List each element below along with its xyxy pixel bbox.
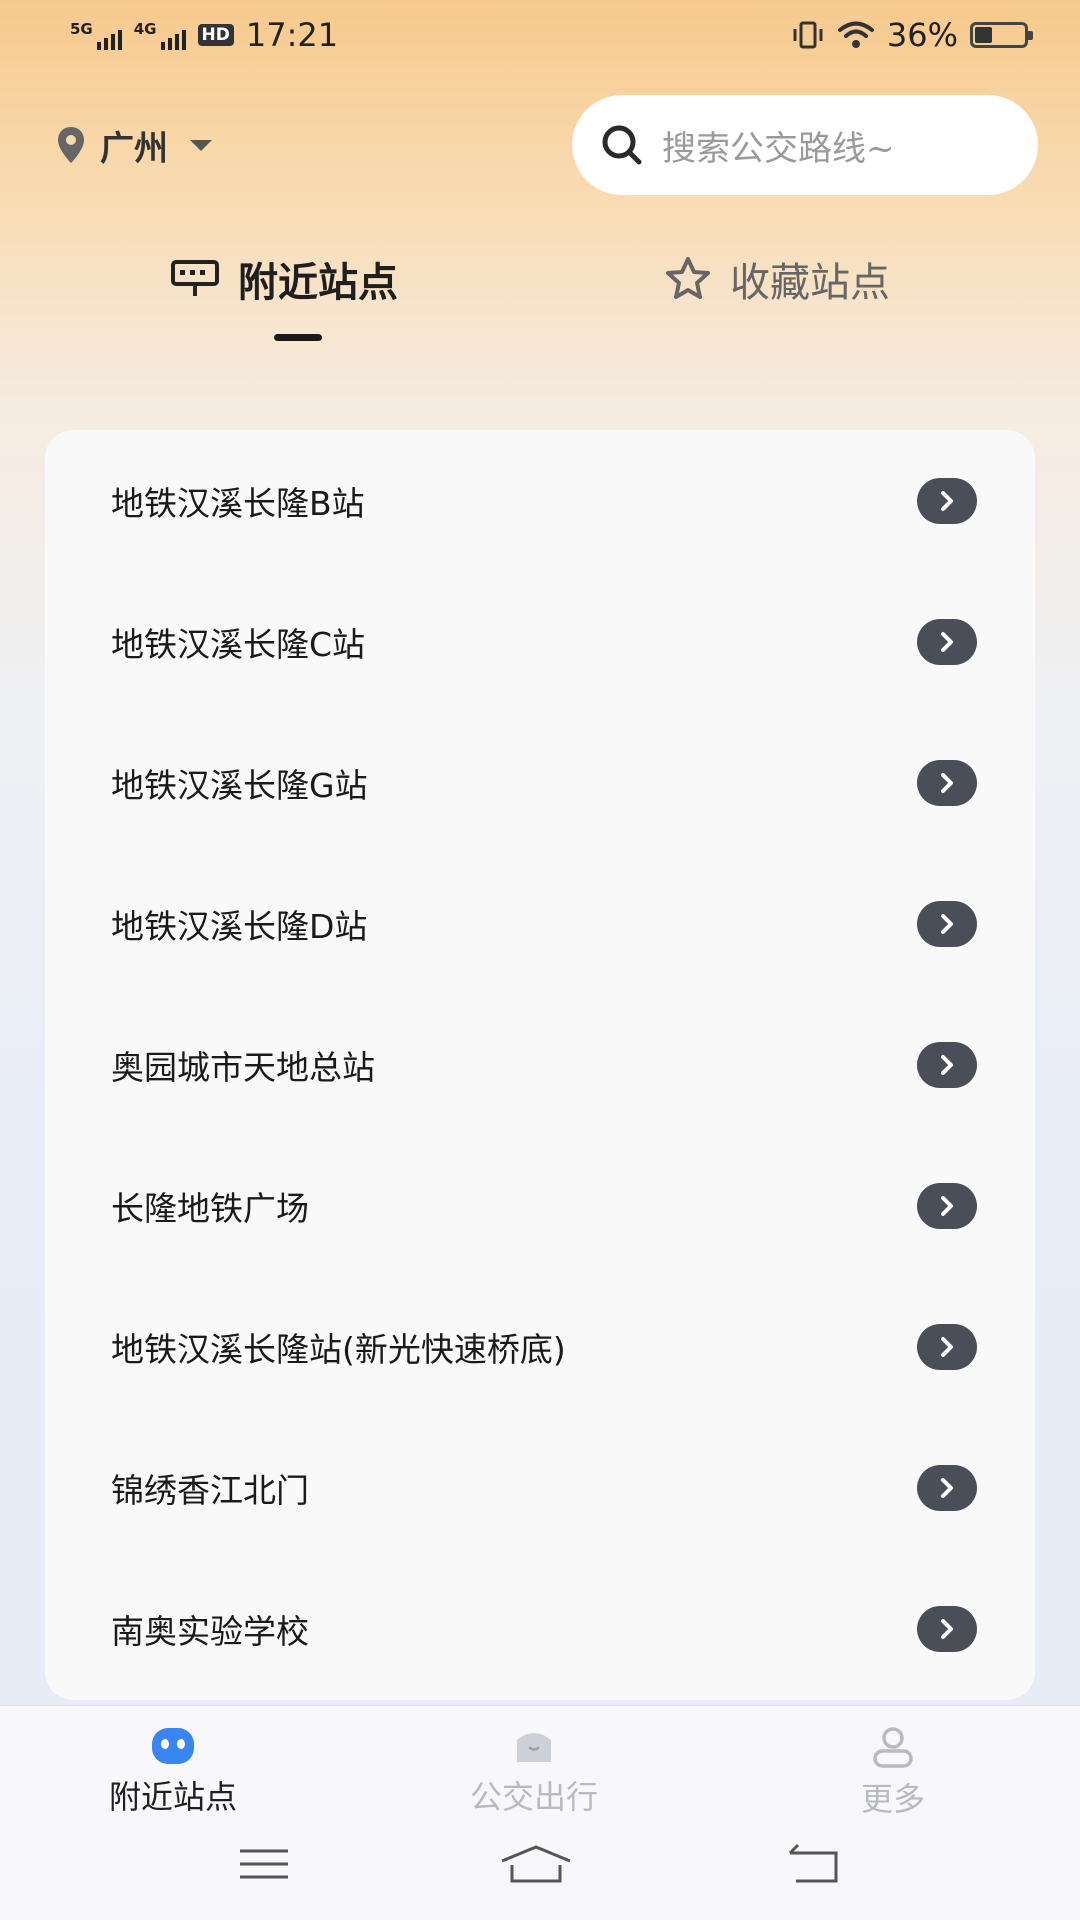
status-bar: 5G 4G HD 17:21 36% [0,0,1080,70]
station-name: 奥园城市天地总站 [111,1047,375,1087]
network-4g-label: 4G [133,20,157,38]
station-name: 地铁汉溪长隆站(新光快速桥底) [111,1329,566,1369]
arrow-right-icon[interactable] [917,1464,977,1511]
arrow-right-icon[interactable] [917,1041,977,1088]
station-name: 长隆地铁广场 [111,1188,309,1228]
battery-percent: 36% [886,16,958,54]
battery-icon [970,22,1033,48]
clock: 17:21 [245,16,339,54]
hd-badge: HD [197,24,234,46]
search-icon [602,125,642,165]
vibrate-icon [793,21,823,49]
bus-stop-sign-icon [171,260,219,296]
tab-nearby-label: 附近站点 [238,260,398,306]
station-name: 地铁汉溪长隆G站 [111,765,368,805]
signal-4g-icon: 4G [134,20,186,50]
system-nav-bar [0,1825,1080,1920]
station-name: 地铁汉溪长隆C站 [111,624,366,664]
header: 广州 搜索公交路线~ [0,92,1080,198]
station-row[interactable]: 奥园城市天地总站 [45,994,1035,1135]
arrow-right-icon[interactable] [917,900,977,947]
network-5g-label: 5G [70,20,93,38]
arrow-right-icon[interactable] [917,1605,977,1652]
signal-5g-icon: 5G [70,20,122,50]
arrow-right-icon[interactable] [917,618,977,665]
menu-icon[interactable] [236,1841,292,1887]
arrow-right-icon[interactable] [917,1182,977,1229]
station-list: 地铁汉溪长隆B站 地铁汉溪长隆C站 地铁汉溪长隆G站 地铁汉溪长隆D站 奥园城市… [45,430,1035,1700]
nav-nearby[interactable]: 附近站点 [73,1726,273,1818]
nav-bus-travel[interactable]: 公交出行 [434,1726,634,1818]
star-icon [666,257,710,299]
active-tab-indicator [274,334,322,341]
city-name: 广州 [100,128,168,169]
search-bar[interactable]: 搜索公交路线~ [572,95,1038,195]
city-selector[interactable]: 广州 [56,121,212,170]
station-row[interactable]: 地铁汉溪长隆站(新光快速桥底) [45,1276,1035,1417]
nav-more-label: 更多 [860,1780,925,1818]
arrow-right-icon[interactable] [917,1323,977,1370]
station-row[interactable]: 地铁汉溪长隆G站 [45,712,1035,853]
station-row[interactable]: 南奥实验学校 [45,1558,1035,1699]
status-right: 36% [791,16,1033,54]
tab-favorites-label: 收藏站点 [730,260,890,306]
station-row[interactable]: 锦绣香江北门 [45,1417,1035,1558]
nav-bus-travel-label: 公交出行 [469,1778,598,1816]
user-icon [873,1727,913,1768]
station-row[interactable]: 地铁汉溪长隆C站 [45,571,1035,712]
location-pin-icon [58,127,84,163]
arrow-right-icon[interactable] [917,759,977,806]
station-row[interactable]: 长隆地铁广场 [45,1135,1035,1276]
nav-nearby-label: 附近站点 [108,1778,237,1816]
chevron-down-icon [190,139,212,151]
station-row[interactable]: 地铁汉溪长隆D站 [45,853,1035,994]
tab-nearby[interactable]: 附近站点 [170,250,398,308]
wifi-icon [837,21,874,48]
nav-more[interactable]: 更多 [793,1726,993,1820]
station-name: 地铁汉溪长隆B站 [111,483,365,523]
station-name: 锦绣香江北门 [111,1470,309,1510]
station-name: 地铁汉溪长隆D站 [111,906,368,946]
bus-icon [517,1733,551,1762]
tab-favorites[interactable]: 收藏站点 [664,250,890,308]
bottom-nav: 附近站点 公交出行 更多 [0,1705,1080,1825]
battery-fill [975,27,993,43]
station-tabs: 附近站点 收藏站点 [0,250,1080,350]
station-name: 南奥实验学校 [111,1611,309,1651]
home-icon[interactable] [498,1841,574,1887]
back-icon[interactable] [786,1841,846,1887]
arrow-right-icon[interactable] [917,477,977,524]
search-placeholder: 搜索公交路线~ [662,128,895,169]
status-left: 5G 4G HD 17:21 [70,16,338,54]
station-row[interactable]: 地铁汉溪长隆B站 [45,430,1035,571]
bus-face-icon [152,1728,194,1764]
